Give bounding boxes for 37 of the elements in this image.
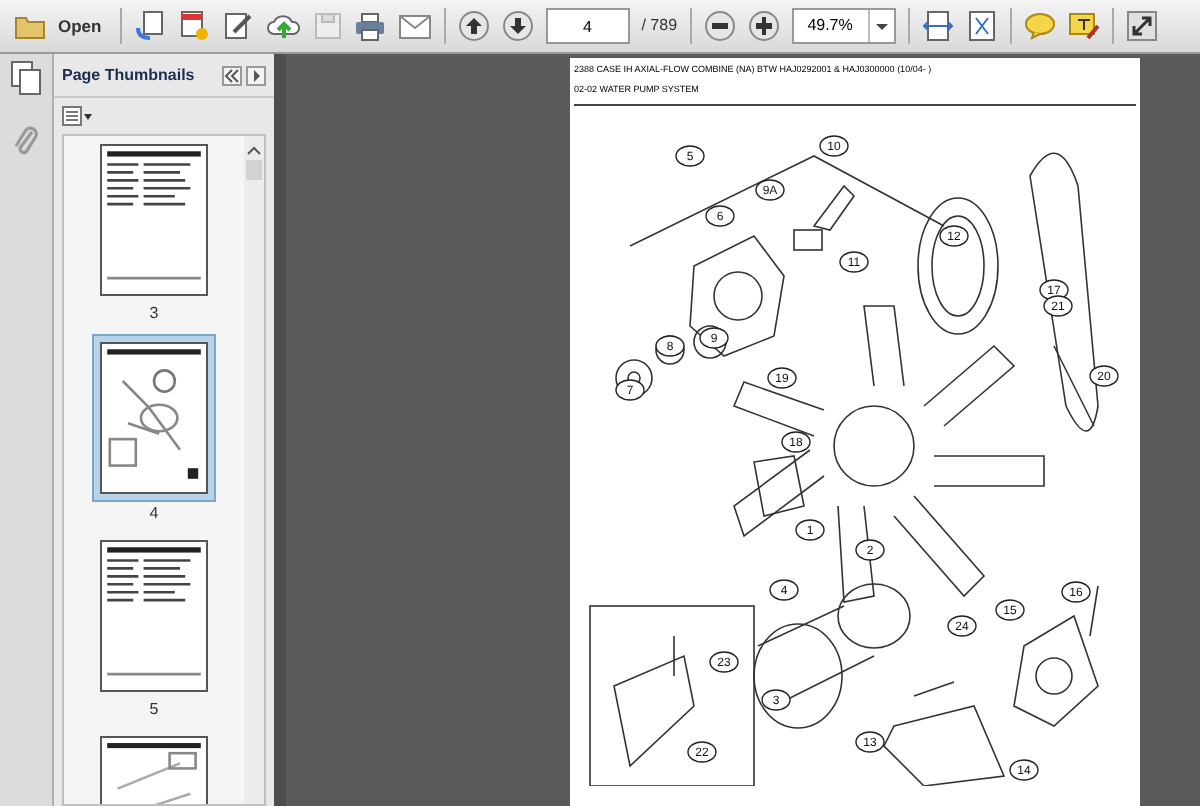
page-thumbnail[interactable] xyxy=(92,334,216,502)
page-number-label: 5 xyxy=(149,698,159,722)
comment-icon[interactable] xyxy=(1023,12,1056,40)
page-number-label: 3 xyxy=(149,302,159,326)
panel-title: Page Thumbnails xyxy=(62,63,197,87)
options-icon[interactable] xyxy=(62,106,94,126)
scrollbar[interactable] xyxy=(244,136,264,804)
page-number-field[interactable]: 4 xyxy=(545,8,630,44)
mail-icon[interactable] xyxy=(397,13,432,39)
scroll-up-icon[interactable] xyxy=(246,142,262,158)
print-icon[interactable] xyxy=(353,11,386,41)
page-thumbnail[interactable] xyxy=(94,534,214,698)
zoom-dropdown[interactable]: 49.7% xyxy=(791,8,896,44)
collapse-icon[interactable] xyxy=(222,65,242,85)
open-button[interactable]: Open xyxy=(8,4,108,48)
expand-icon[interactable] xyxy=(246,65,266,85)
zoom-in-icon[interactable] xyxy=(747,10,780,42)
page-number-label: 4 xyxy=(149,502,159,526)
arrow-up-icon[interactable] xyxy=(457,10,490,42)
arrow-down-icon[interactable] xyxy=(501,10,534,42)
scroll-thumb[interactable] xyxy=(246,160,262,180)
paperclip-icon[interactable] xyxy=(12,124,40,160)
page-thumbnail[interactable] xyxy=(94,730,214,804)
fit-page-icon[interactable] xyxy=(965,10,998,42)
expand-arrows-icon[interactable] xyxy=(1125,10,1158,42)
pages-icon[interactable] xyxy=(10,60,42,96)
page-thumbnail[interactable] xyxy=(94,138,214,302)
document-arrow-icon[interactable] xyxy=(133,10,166,42)
edit-document-icon[interactable] xyxy=(221,10,254,42)
highlight-text-icon[interactable] xyxy=(1067,10,1100,42)
zoom-value: 49.7% xyxy=(793,10,870,42)
cloud-upload-icon[interactable] xyxy=(265,10,302,42)
document-badge-icon[interactable] xyxy=(177,10,210,42)
zoom-out-icon[interactable] xyxy=(703,10,736,42)
fit-width-icon[interactable] xyxy=(921,10,954,42)
page-total: / 789 xyxy=(641,14,678,38)
folder-icon xyxy=(14,13,46,39)
